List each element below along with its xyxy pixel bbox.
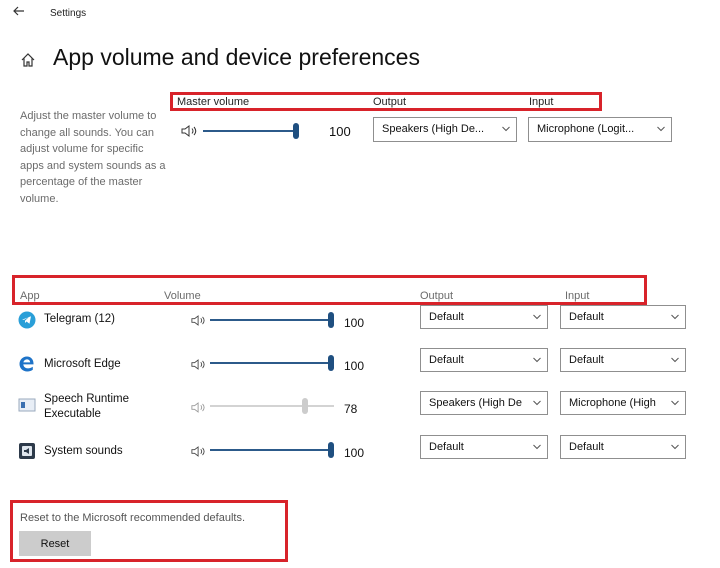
slider-thumb[interactable] xyxy=(293,123,299,139)
master-volume-value: 100 xyxy=(329,124,351,139)
app-output-select[interactable]: Default xyxy=(420,435,548,459)
app-input-value: Default xyxy=(569,441,604,453)
app-input-select[interactable]: Default xyxy=(560,305,686,329)
app-volume-slider[interactable] xyxy=(210,442,334,458)
system-sounds-icon xyxy=(18,442,36,460)
page-title: App volume and device preferences xyxy=(53,44,420,70)
app-volume-value: 78 xyxy=(344,402,358,416)
app-output-value: Default xyxy=(429,441,464,453)
apps-volume-header: Volume xyxy=(164,290,201,302)
window-title: Settings xyxy=(50,8,87,19)
back-arrow-icon[interactable] xyxy=(12,4,28,20)
app-volume-value: 100 xyxy=(344,359,365,373)
app-output-select[interactable]: Speakers (High De xyxy=(420,391,548,415)
chevron-down-icon xyxy=(671,357,679,363)
app-output-value: Default xyxy=(429,354,464,366)
master-volume-description: Adjust the master volume to change all s… xyxy=(20,110,166,205)
slider-thumb[interactable] xyxy=(328,355,334,371)
slider-track xyxy=(203,130,299,132)
master-volume-header: Master volume xyxy=(177,96,250,108)
app-output-select[interactable]: Default xyxy=(420,348,548,372)
chevron-down-icon xyxy=(533,357,541,363)
chevron-down-icon xyxy=(533,314,541,320)
slider-thumb[interactable] xyxy=(302,398,309,414)
slider-track xyxy=(210,405,334,407)
speaker-icon[interactable] xyxy=(191,314,207,327)
chevron-down-icon xyxy=(502,126,510,132)
apps-app-header: App xyxy=(20,290,40,302)
chevron-down-icon xyxy=(671,400,679,406)
app-input-select[interactable]: Microphone (High xyxy=(560,391,686,415)
app-name: Telegram (12) xyxy=(44,313,115,325)
app-volume-slider[interactable] xyxy=(210,312,334,328)
slider-thumb[interactable] xyxy=(328,442,334,458)
app-volume-slider[interactable] xyxy=(210,398,334,414)
app-name: Microsoft Edge xyxy=(44,358,121,370)
apps-output-header: Output xyxy=(420,290,454,302)
app-output-value: Default xyxy=(429,311,464,323)
app-volume-value: 100 xyxy=(344,316,365,330)
chevron-down-icon xyxy=(657,126,665,132)
app-input-select[interactable]: Default xyxy=(560,348,686,372)
master-input-value: Microphone (Logit... xyxy=(537,123,635,135)
apps-header-highlight xyxy=(12,275,647,305)
home-icon[interactable] xyxy=(20,52,36,68)
speaker-icon[interactable] xyxy=(191,445,207,458)
edge-icon xyxy=(18,355,36,373)
master-output-value: Speakers (High De... xyxy=(382,123,485,135)
reset-button[interactable]: Reset xyxy=(19,531,91,556)
slider-track xyxy=(210,362,334,364)
slider-track xyxy=(210,449,334,451)
master-input-select[interactable]: Microphone (Logit... xyxy=(528,117,672,142)
app-output-value: Speakers (High De xyxy=(429,397,522,409)
master-volume-slider[interactable] xyxy=(203,123,299,139)
app-volume-value: 100 xyxy=(344,446,365,460)
reset-description: Reset to the Microsoft recommended defau… xyxy=(20,512,245,524)
app-input-value: Default xyxy=(569,311,604,323)
chevron-down-icon xyxy=(533,444,541,450)
master-input-header: Input xyxy=(529,96,554,108)
master-output-header: Output xyxy=(373,96,407,108)
app-volume-slider[interactable] xyxy=(210,355,334,371)
app-input-value: Default xyxy=(569,354,604,366)
speaker-icon[interactable] xyxy=(181,124,199,138)
chevron-down-icon xyxy=(533,400,541,406)
app-input-value: Microphone (High xyxy=(569,397,656,409)
slider-track xyxy=(210,319,334,321)
app-name: Speech Runtime Executable xyxy=(44,393,130,420)
app-output-select[interactable]: Default xyxy=(420,305,548,329)
app-name: System sounds xyxy=(44,445,123,457)
app-input-select[interactable]: Default xyxy=(560,435,686,459)
speech-runtime-icon xyxy=(18,397,36,413)
telegram-icon xyxy=(18,311,36,329)
master-output-select[interactable]: Speakers (High De... xyxy=(373,117,517,142)
apps-input-header: Input xyxy=(565,290,590,302)
speaker-icon[interactable] xyxy=(191,401,207,414)
chevron-down-icon xyxy=(671,444,679,450)
speaker-icon[interactable] xyxy=(191,358,207,371)
chevron-down-icon xyxy=(671,314,679,320)
slider-thumb[interactable] xyxy=(328,312,334,328)
